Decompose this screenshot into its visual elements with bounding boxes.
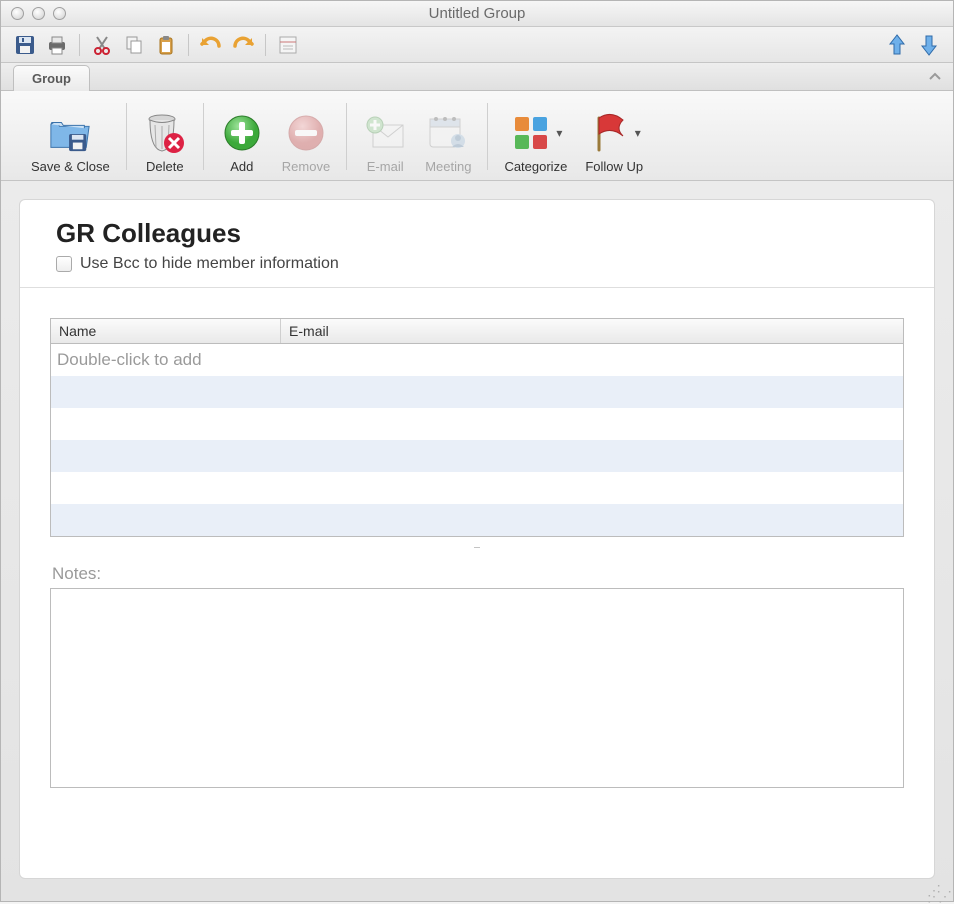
- titlebar: Untitled Group: [1, 1, 953, 27]
- dropdown-caret-icon: ▾: [556, 126, 562, 140]
- table-row[interactable]: [51, 504, 903, 536]
- table-row[interactable]: [51, 440, 903, 472]
- table-row[interactable]: [51, 408, 903, 440]
- save-icon[interactable]: [12, 32, 38, 58]
- email-label: E-mail: [367, 159, 404, 174]
- follow-up-button[interactable]: ▾ Follow Up: [583, 109, 645, 176]
- resize-handle-icon[interactable]: ╶╴: [50, 537, 904, 560]
- group-card: GR Colleagues Use Bcc to hide member inf…: [19, 199, 935, 879]
- dropdown-caret-icon: ▾: [635, 126, 641, 140]
- paste-icon[interactable]: [153, 32, 179, 58]
- ribbon: Save & Close Delete Add: [1, 91, 953, 181]
- add-button[interactable]: Add: [218, 109, 266, 176]
- bcc-checkbox[interactable]: [56, 256, 72, 272]
- add-label: Add: [230, 159, 253, 174]
- redo-icon[interactable]: [230, 32, 256, 58]
- column-header-name[interactable]: Name: [51, 319, 281, 343]
- table-row[interactable]: [51, 472, 903, 504]
- categorize-icon: [509, 111, 553, 155]
- undo-icon[interactable]: [198, 32, 224, 58]
- cut-icon[interactable]: [89, 32, 115, 58]
- follow-up-label: Follow Up: [585, 159, 643, 174]
- table-row[interactable]: [51, 376, 903, 408]
- copy-icon[interactable]: [121, 32, 147, 58]
- tab-group[interactable]: Group: [13, 65, 90, 91]
- ribbon-tabs: Group: [1, 63, 953, 91]
- window-title: Untitled Group: [1, 5, 953, 22]
- window-zoom-button[interactable]: [53, 7, 66, 20]
- remove-minus-icon: [284, 111, 328, 155]
- save-close-label: Save & Close: [31, 159, 110, 174]
- meeting-calendar-icon: [426, 111, 470, 155]
- trash-delete-icon: [143, 111, 187, 155]
- bcc-label: Use Bcc to hide member information: [80, 255, 339, 273]
- add-plus-icon: [220, 111, 264, 155]
- meeting-label: Meeting: [425, 159, 471, 174]
- save-close-button[interactable]: Save & Close: [29, 109, 112, 176]
- notes-label: Notes:: [52, 564, 904, 584]
- group-name: GR Colleagues: [50, 218, 904, 249]
- previous-item-arrow-icon[interactable]: [884, 32, 910, 58]
- folder-save-icon: [48, 111, 92, 155]
- form-icon[interactable]: [275, 32, 301, 58]
- remove-label: Remove: [282, 159, 330, 174]
- flag-icon: [588, 111, 632, 155]
- notes-textarea[interactable]: [50, 588, 904, 788]
- collapse-ribbon-icon[interactable]: [927, 69, 943, 85]
- table-row[interactable]: Double-click to add: [51, 344, 903, 376]
- column-header-email[interactable]: E-mail: [281, 319, 903, 343]
- window-minimize-button[interactable]: [32, 7, 45, 20]
- remove-button[interactable]: Remove: [280, 109, 332, 176]
- categorize-label: Categorize: [504, 159, 567, 174]
- members-table[interactable]: Name E-mail Double-click to add: [50, 318, 904, 537]
- email-icon: [363, 111, 407, 155]
- delete-label: Delete: [146, 159, 184, 174]
- next-item-arrow-icon[interactable]: [916, 32, 942, 58]
- window-close-button[interactable]: [11, 7, 24, 20]
- print-icon[interactable]: [44, 32, 70, 58]
- add-placeholder: Double-click to add: [51, 346, 208, 374]
- categorize-button[interactable]: ▾ Categorize: [502, 109, 569, 176]
- email-button[interactable]: E-mail: [361, 109, 409, 176]
- meeting-button[interactable]: Meeting: [423, 109, 473, 176]
- delete-button[interactable]: Delete: [141, 109, 189, 176]
- quick-access-toolbar: [1, 27, 953, 63]
